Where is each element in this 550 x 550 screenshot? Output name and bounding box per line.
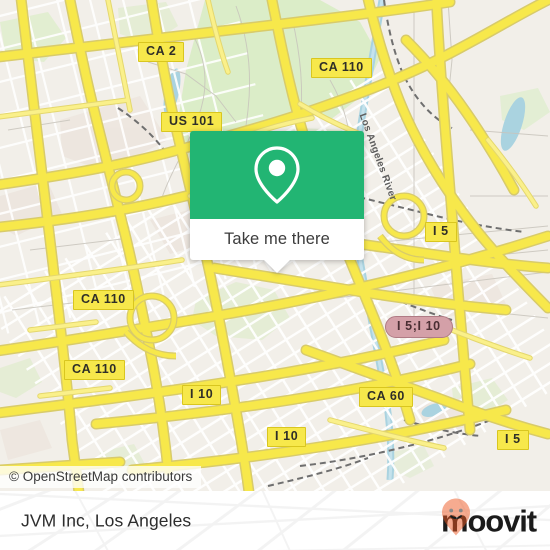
highway-shield: CA 110 xyxy=(64,360,125,381)
take-me-there-button[interactable]: Take me there xyxy=(190,219,364,260)
highway-shield: CA 2 xyxy=(138,42,185,63)
highway-shield: US 101 xyxy=(161,112,223,133)
highway-shield: I 5 xyxy=(425,222,457,243)
map-screenshot: Los Angeles River CA 2 CA 110 US 101 I 5 CA … xyxy=(0,0,550,550)
highway-shield: I 5;I 10 xyxy=(385,316,453,339)
popup-tail xyxy=(263,259,291,273)
highway-shield: I 10 xyxy=(182,385,222,406)
map-pin-icon xyxy=(254,146,300,204)
highway-shield: I 10 xyxy=(267,427,307,448)
popup-header xyxy=(190,131,364,219)
highway-shield: I 5 xyxy=(497,430,529,451)
place-title: JVM Inc, Los Angeles xyxy=(21,510,192,530)
footer-bar: JVM Inc, Los Angeles moovit xyxy=(0,491,550,550)
location-popup[interactable]: Take me there xyxy=(190,131,364,273)
moovit-smiling-pin-icon xyxy=(441,498,470,535)
osm-attribution[interactable]: © OpenStreetMap contributors xyxy=(0,466,202,488)
highway-shield: CA 110 xyxy=(73,290,134,311)
moovit-logo[interactable]: moovit xyxy=(441,498,537,536)
highway-shield: CA 60 xyxy=(359,387,413,408)
highway-shield: CA 110 xyxy=(311,58,372,79)
